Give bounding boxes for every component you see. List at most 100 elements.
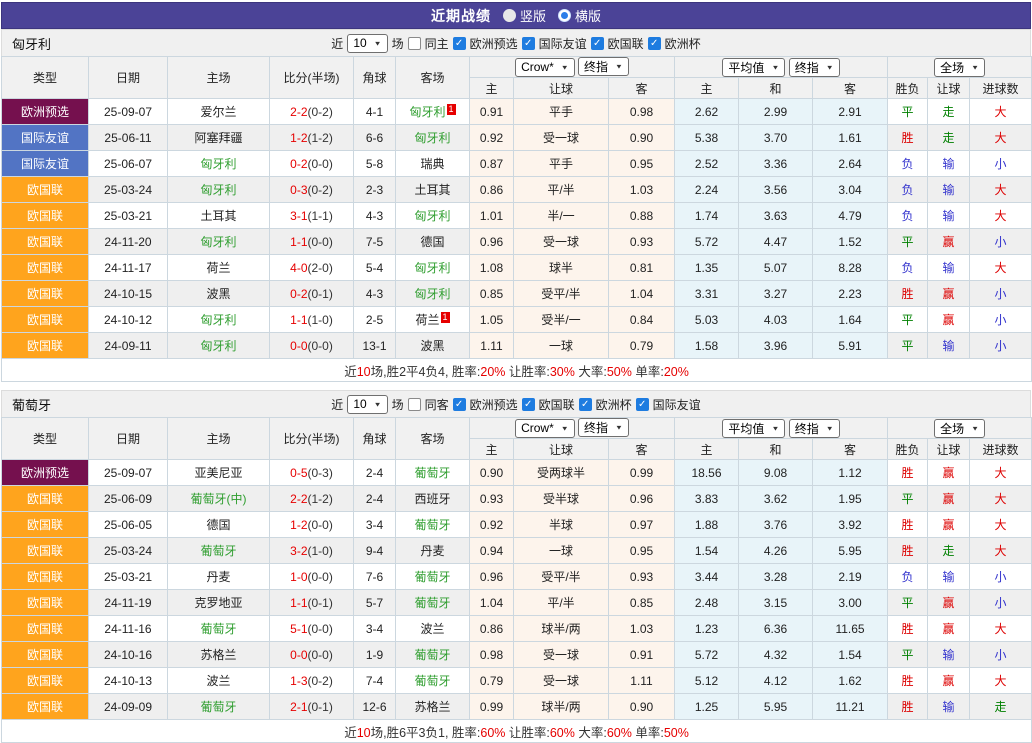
table-row: 欧洲预选25-09-07爱尔兰2-2(0-2)4-1匈牙利10.91平手0.98… — [2, 99, 1032, 125]
home-team: 匈牙利 — [168, 307, 270, 333]
euro-odds-draw: 3.56 — [739, 177, 813, 203]
recent-count-select[interactable]: 10 ▼ — [347, 395, 387, 414]
result-outcome: 平 — [888, 229, 928, 255]
table-row: 欧国联25-03-24葡萄牙3-2(1-0)9-4丹麦0.94一球0.951.5… — [2, 538, 1032, 564]
match-score: 5-1(0-0) — [270, 616, 354, 642]
euro-odds-draw: 6.36 — [739, 616, 813, 642]
page-title: 近期战绩 — [431, 6, 491, 26]
euro-odds-home: 18.56 — [675, 460, 739, 486]
result-handicap: 赢 — [928, 229, 970, 255]
radio-dot-icon — [561, 12, 568, 19]
table-row: 欧国联25-06-05德国1-2(0-0)3-4葡萄牙0.92半球0.971.8… — [2, 512, 1032, 538]
asia-odds-home: 0.91 — [470, 99, 514, 125]
euro-bookmaker-select[interactable]: 平均值▼ — [722, 419, 785, 438]
result-handicap: 输 — [928, 694, 970, 720]
red-card-badge: 1 — [447, 104, 456, 115]
same-venue-checkbox[interactable] — [408, 398, 421, 411]
euro-odds-draw: 5.07 — [739, 255, 813, 281]
col-header-date: 日期 — [89, 418, 168, 460]
subcol-handicap-result: 让球 — [928, 78, 970, 99]
competition-checkbox[interactable]: ✓ — [648, 37, 661, 50]
match-type-badge: 欧国联 — [2, 486, 89, 512]
euro-odds-home: 1.23 — [675, 616, 739, 642]
asia-handicap: 受半/一 — [514, 307, 609, 333]
result-goals: 走 — [970, 694, 1032, 720]
asia-stage-select[interactable]: 终指▼ — [578, 57, 629, 76]
competition-checkbox[interactable]: ✓ — [522, 37, 535, 50]
euro-odds-away: 2.64 — [813, 151, 888, 177]
asia-odds-home: 1.01 — [470, 203, 514, 229]
scope-select[interactable]: 全场▼ — [934, 58, 985, 77]
radio-on-icon[interactable] — [558, 9, 571, 22]
euro-odds-away: 11.65 — [813, 616, 888, 642]
home-team: 葡萄牙 — [168, 694, 270, 720]
results-table-hungary: 类型 日期 主场 比分(半场) 角球 客场 Crow*▼ 终指▼ 平均值▼ 终指… — [1, 56, 1032, 382]
away-team: 葡萄牙 — [396, 668, 470, 694]
away-team: 波黑 — [396, 333, 470, 359]
match-score: 0-3(0-2) — [270, 177, 354, 203]
asia-handicap: 平手 — [514, 151, 609, 177]
scope-select[interactable]: 全场▼ — [934, 419, 985, 438]
home-team: 葡萄牙 — [168, 538, 270, 564]
home-team: 匈牙利 — [168, 229, 270, 255]
corner-score: 5-8 — [354, 151, 396, 177]
result-goals: 大 — [970, 668, 1032, 694]
recent-count-value: 10 — [353, 36, 366, 50]
euro-odds-away: 1.12 — [813, 460, 888, 486]
match-type-badge: 欧国联 — [2, 333, 89, 359]
radio-off-icon[interactable] — [503, 9, 516, 22]
asia-handicap: 受一球 — [514, 668, 609, 694]
euro-odds-draw: 4.12 — [739, 668, 813, 694]
home-team: 荷兰 — [168, 255, 270, 281]
competition-checkbox[interactable]: ✓ — [591, 37, 604, 50]
competition-checkbox[interactable]: ✓ — [453, 37, 466, 50]
asia-stage-select[interactable]: 终指▼ — [578, 418, 629, 437]
match-type-badge: 欧国联 — [2, 255, 89, 281]
vertical-layout-radio[interactable]: 竖版 — [503, 6, 546, 25]
recent-count-select[interactable]: 10 ▼ — [347, 34, 387, 53]
check-icon: ✓ — [453, 37, 466, 50]
euro-odds-away: 5.91 — [813, 333, 888, 359]
section-summary: 近10场,胜6平3负1, 胜率:60% 让胜率:60% 大率:60% 单率:50… — [2, 720, 1032, 743]
euro-stage-select[interactable]: 终指▼ — [789, 58, 840, 77]
competition-checkbox[interactable]: ✓ — [522, 398, 535, 411]
subcol-euro-draw: 和 — [739, 78, 813, 99]
result-goals: 大 — [970, 255, 1032, 281]
corner-score: 4-3 — [354, 203, 396, 229]
match-date: 24-09-11 — [89, 333, 168, 359]
competition-label: 欧洲杯 — [596, 396, 632, 413]
asia-odds-group-header: Crow*▼ 终指▼ — [470, 57, 675, 78]
euro-odds-draw: 4.26 — [739, 538, 813, 564]
euro-bookmaker-select[interactable]: 平均值▼ — [722, 58, 785, 77]
euro-odds-home: 3.83 — [675, 486, 739, 512]
competition-checkbox[interactable]: ✓ — [579, 398, 592, 411]
result-goals: 大 — [970, 203, 1032, 229]
result-handicap: 走 — [928, 99, 970, 125]
result-outcome: 负 — [888, 177, 928, 203]
check-icon: ✓ — [453, 398, 466, 411]
result-handicap: 走 — [928, 125, 970, 151]
home-team: 波兰 — [168, 668, 270, 694]
horizontal-layout-radio[interactable]: 横版 — [558, 6, 601, 25]
games-label: 场 — [392, 396, 404, 413]
euro-odds-away: 8.28 — [813, 255, 888, 281]
asia-odds-away: 0.81 — [609, 255, 675, 281]
euro-odds-draw: 4.32 — [739, 642, 813, 668]
table-row: 欧国联24-10-12匈牙利1-1(1-0)2-5荷兰11.05受半/一0.84… — [2, 307, 1032, 333]
competition-checkbox[interactable]: ✓ — [636, 398, 649, 411]
match-date: 25-03-21 — [89, 564, 168, 590]
result-handicap: 输 — [928, 203, 970, 229]
asia-bookmaker-select[interactable]: Crow*▼ — [515, 419, 575, 438]
competition-label: 国际友谊 — [539, 35, 587, 52]
euro-stage-select[interactable]: 终指▼ — [789, 419, 840, 438]
subcol-goals-result: 进球数 — [970, 78, 1032, 99]
result-outcome: 平 — [888, 333, 928, 359]
asia-bookmaker-select[interactable]: Crow*▼ — [515, 58, 575, 77]
result-handicap: 赢 — [928, 668, 970, 694]
euro-odds-draw: 3.28 — [739, 564, 813, 590]
same-venue-checkbox[interactable] — [408, 37, 421, 50]
competition-checkbox[interactable]: ✓ — [453, 398, 466, 411]
match-date: 24-10-15 — [89, 281, 168, 307]
euro-odds-draw: 3.27 — [739, 281, 813, 307]
euro-odds-home: 1.88 — [675, 512, 739, 538]
